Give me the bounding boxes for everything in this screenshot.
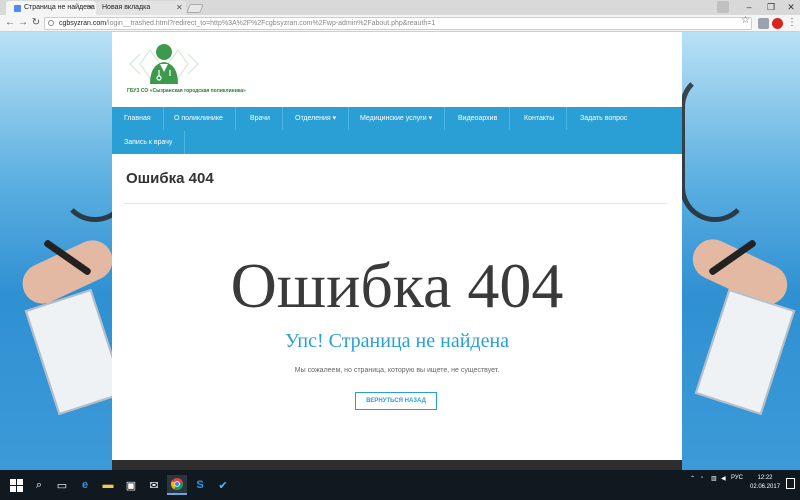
tab-page-not-found[interactable]: Страница не найдена ✕ — [6, 1, 96, 15]
tray-chevron-icon[interactable]: ⌃ — [690, 475, 695, 482]
back-arrow-icon[interactable]: ← — [3, 16, 17, 30]
nav-item-contacts[interactable]: Контакты — [512, 107, 568, 130]
site-header: ГБУЗ СО «Сызранская городская поликлиник… — [112, 32, 682, 107]
app-checkmark-icon[interactable]: ✔ — [213, 475, 233, 495]
clipboard-graphic — [694, 288, 796, 416]
notifications-icon[interactable] — [786, 478, 795, 489]
background-doctor-right-image — [680, 32, 800, 470]
search-icon[interactable]: ⌕ — [29, 475, 49, 495]
stethoscope-graphic — [680, 72, 750, 222]
address-host: cgbsyzran.com — [59, 20, 107, 27]
volume-icon[interactable]: ◀ — [721, 475, 726, 482]
extension-icon[interactable] — [758, 18, 769, 29]
browser-tab-bar: Страница не найдена ✕ Новая вкладка ✕ – … — [0, 0, 800, 15]
clinic-name: ГБУЗ СО «Сызранская городская поликлиник… — [127, 88, 246, 94]
close-window-icon[interactable]: ✕ — [780, 0, 800, 14]
tab-label: Новая вкладка — [102, 4, 151, 11]
error-message: Мы сожалеем, но страница, которую вы ище… — [294, 367, 500, 374]
nav-item-medical-services[interactable]: Медицинские услуги ▾ — [348, 107, 446, 130]
background-doctor-left-image — [0, 32, 130, 470]
opera-extension-icon[interactable] — [772, 18, 783, 29]
skype-icon[interactable]: S — [190, 475, 210, 495]
divider — [124, 203, 667, 204]
network-icon[interactable]: ▥ — [711, 475, 717, 482]
language-indicator[interactable]: РУС — [731, 475, 743, 481]
page-content: ГБУЗ СО «Сызранская городская поликлиник… — [112, 32, 682, 470]
task-view-icon[interactable]: ▭ — [52, 475, 72, 495]
main-navigation: Главная О поликлинике Врачи Отделения ▾ … — [112, 107, 682, 154]
nav-item-ask-question[interactable]: Задать вопрос — [568, 107, 639, 130]
nav-item-departments[interactable]: Отделения ▾ — [283, 107, 350, 130]
error-heading: Ошибка 404 — [230, 250, 564, 321]
start-button[interactable] — [6, 475, 26, 495]
page-favicon-icon — [14, 5, 21, 12]
new-tab-button[interactable] — [186, 4, 204, 13]
address-path: /login__trashed.html?redirect_to=http%3A… — [106, 20, 436, 27]
close-tab-icon[interactable]: ✕ — [176, 3, 183, 12]
maximize-icon[interactable]: ❐ — [760, 0, 782, 14]
clock-date: 02.06.2017 — [750, 484, 781, 490]
nav-item-doctors[interactable]: Врачи — [238, 107, 283, 130]
clinic-logo[interactable] — [126, 40, 202, 88]
minimize-icon[interactable]: – — [738, 0, 760, 14]
page-viewport: ГБУЗ СО «Сызранская городская поликлиник… — [0, 32, 800, 470]
clock[interactable]: 12:22 02.06.2017 — [750, 474, 780, 492]
go-back-button[interactable]: ВЕРНУТЬСЯ НАЗАД — [355, 392, 437, 410]
info-icon[interactable] — [48, 20, 54, 26]
tab-new-tab[interactable]: Новая вкладка ✕ — [96, 1, 186, 15]
page-title: Ошибка 404 — [126, 170, 214, 187]
clock-time: 12:22 — [757, 475, 773, 481]
clipboard-graphic — [24, 288, 126, 416]
windows-logo-icon — [9, 478, 23, 492]
edge-browser-icon[interactable]: e — [75, 475, 95, 495]
nav-item-about[interactable]: О поликлинике — [162, 107, 236, 130]
tab-label: Страница не найдена — [24, 4, 95, 11]
forward-arrow-icon[interactable]: → — [16, 16, 30, 30]
browser-menu-icon[interactable]: ⋮ — [787, 17, 797, 28]
doctor-logo-icon — [129, 44, 199, 84]
address-bar[interactable]: cgbsyzran.com/login__trashed.html?redire… — [44, 17, 752, 30]
nav-item-home[interactable]: Главная — [112, 107, 164, 130]
mail-icon[interactable]: ✉ — [144, 475, 164, 495]
store-icon[interactable]: ▣ — [121, 475, 141, 495]
bookmark-star-icon[interactable]: ☆ — [741, 15, 750, 26]
nav-item-appointment[interactable]: Запись к врачу — [112, 131, 186, 154]
browser-toolbar: ← → ↻ cgbsyzran.com/login__trashed.html?… — [0, 15, 800, 32]
tray-device-icon[interactable]: ▫ — [701, 475, 703, 481]
chrome-icon[interactable] — [167, 475, 187, 495]
site-footer — [112, 460, 682, 470]
reload-icon[interactable]: ↻ — [29, 16, 43, 30]
close-tab-icon[interactable]: ✕ — [87, 3, 94, 12]
chrome-logo-icon — [171, 478, 183, 490]
windows-taskbar: ⌕ ▭ e ▬ ▣ ✉ S ✔ ⌃ ▫ ▥ ◀ РУС 12:22 02.06.… — [0, 470, 800, 500]
error-subheading: Упс! Страница не найдена — [284, 330, 510, 352]
nav-item-video-archive[interactable]: Видеоархив — [446, 107, 511, 130]
profile-icon[interactable] — [717, 1, 729, 13]
file-explorer-icon[interactable]: ▬ — [98, 475, 118, 495]
